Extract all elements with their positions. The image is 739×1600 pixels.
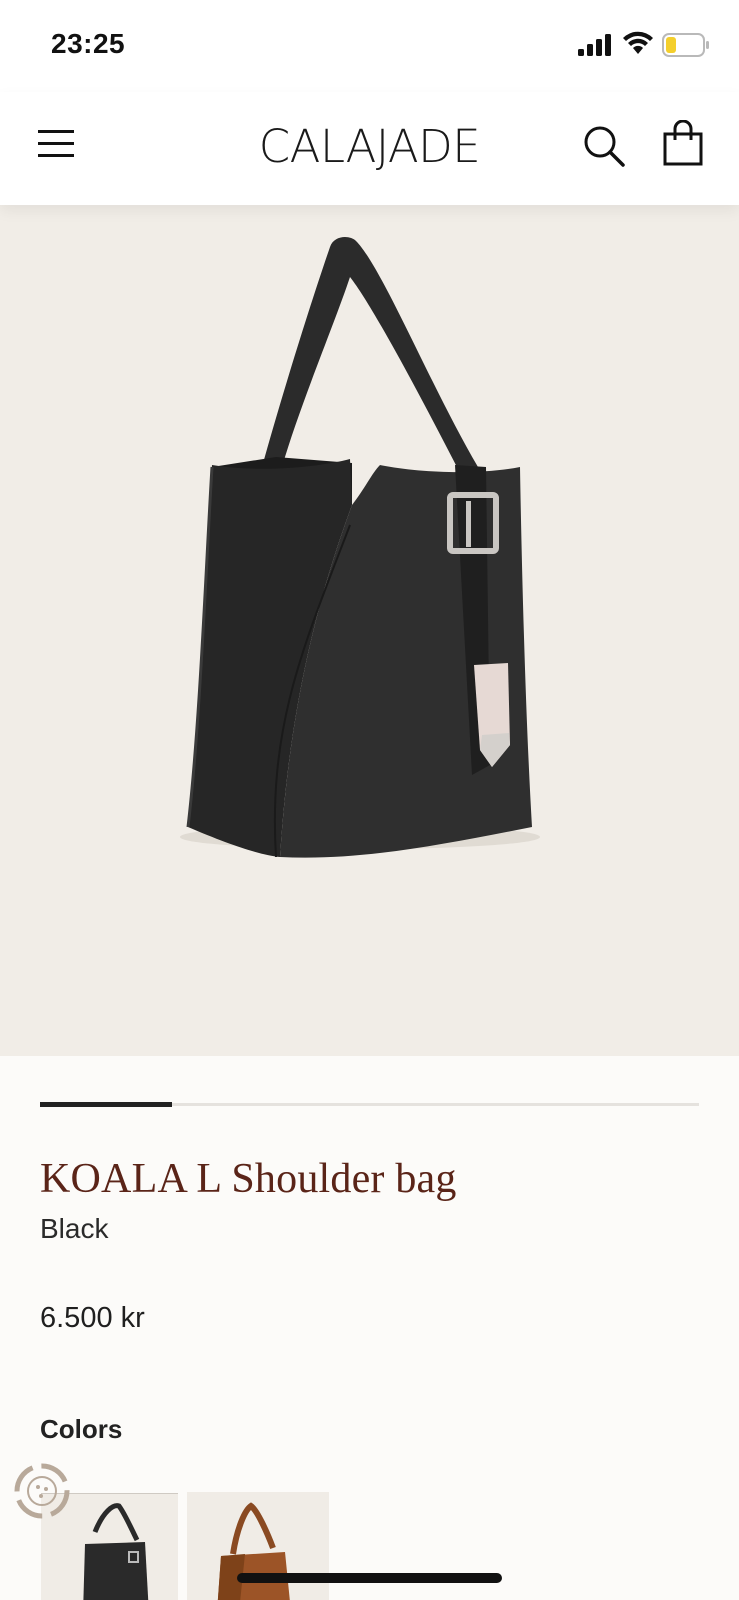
status-bar: 23:25	[0, 0, 739, 92]
gallery-progress-bar	[40, 1102, 699, 1107]
status-time: 23:25	[51, 28, 126, 59]
cellular-signal-icon	[578, 34, 611, 56]
shopping-bag-icon[interactable]	[662, 120, 704, 166]
brand-logo[interactable]: CALAJADE	[0, 120, 739, 173]
product-photo	[180, 237, 540, 858]
site-header: CALAJADE	[0, 92, 739, 205]
wifi-icon	[623, 31, 653, 54]
product-title: KOALA L Shoulder bag	[40, 1156, 457, 1202]
home-indicator[interactable]	[237, 1573, 502, 1583]
search-icon[interactable]	[582, 124, 626, 168]
battery-low-icon	[662, 33, 709, 57]
product-price: 6.500 kr	[40, 1302, 145, 1334]
product-image-carousel[interactable]	[0, 205, 739, 1056]
sustainability-badge-icon[interactable]	[13, 1462, 71, 1520]
product-color-variant: Black	[40, 1213, 109, 1244]
color-swatch-cognac[interactable]	[187, 1492, 329, 1600]
cognac-bag-thumbnail	[217, 1502, 290, 1600]
colors-heading: Colors	[40, 1414, 123, 1444]
gallery-progress-fill	[40, 1102, 172, 1107]
